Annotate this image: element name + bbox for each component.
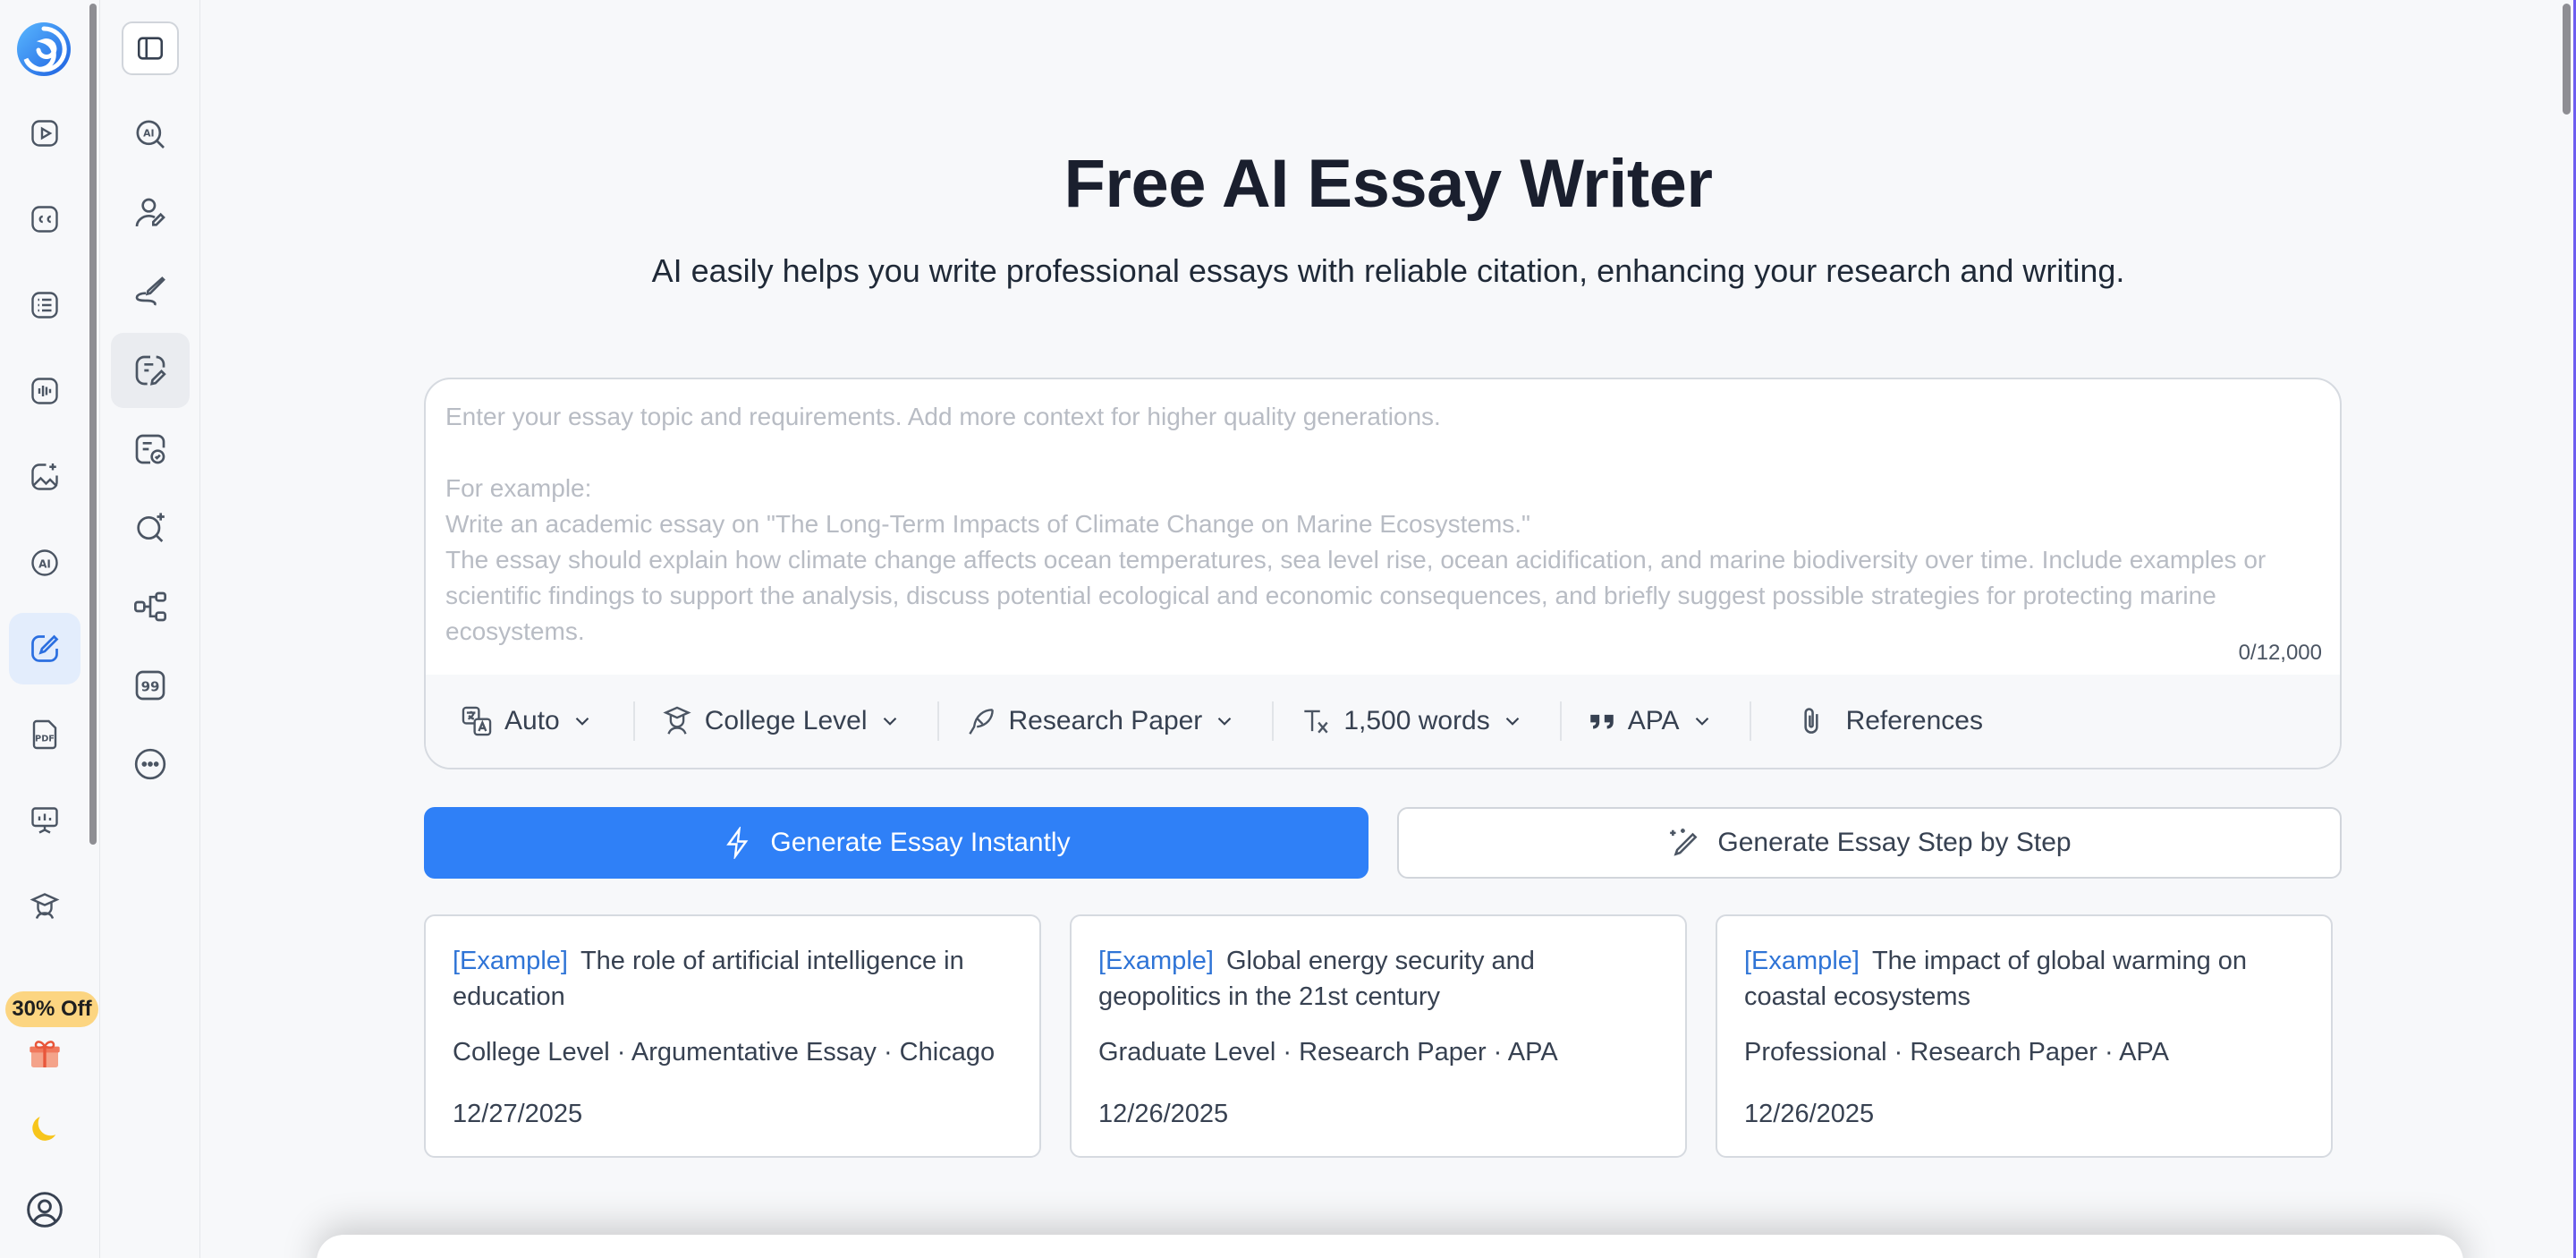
audio-icon[interactable]	[9, 355, 80, 427]
more-icon[interactable]	[111, 727, 190, 802]
lightning-icon	[726, 827, 749, 859]
moon-icon[interactable]	[9, 1093, 80, 1165]
chevron-down-icon	[575, 717, 589, 726]
chevron-down-icon	[1505, 717, 1520, 726]
citation-style-select[interactable]: APA	[1587, 696, 1714, 746]
app-logo[interactable]	[13, 18, 75, 81]
example-card[interactable]: [Example] Global energy security and geop…	[1070, 914, 1687, 1158]
mind-map-icon[interactable]	[111, 569, 190, 644]
sidebar-scrollbar[interactable]	[89, 4, 97, 845]
references-label: References	[1845, 706, 1983, 735]
app-rail: AI PDF 30% Off	[0, 0, 100, 1258]
example-meta: College Level · Argumentative Essay · Ch…	[453, 1038, 996, 1067]
paraphrase-icon[interactable]	[111, 254, 190, 329]
page-scroll-thumb[interactable]	[2563, 4, 2571, 115]
divider	[632, 701, 635, 741]
main-content: Free AI Essay Writer AI easily helps you…	[200, 0, 2576, 1258]
paperclip-icon	[1803, 708, 1818, 734]
options-bar: Auto College Level Research Paper 1,500 …	[426, 675, 2340, 768]
list-icon[interactable]	[9, 269, 80, 341]
citation-icon[interactable]: 99	[111, 648, 190, 723]
captions-icon[interactable]	[9, 183, 80, 255]
divider	[1559, 701, 1562, 741]
essay-type-select[interactable]: Research Paper	[964, 696, 1237, 746]
example-tag: [Example]	[453, 947, 568, 975]
svg-text:AI: AI	[143, 128, 154, 140]
language-select[interactable]: Auto	[460, 696, 594, 746]
bottom-panel	[317, 1235, 2463, 1258]
example-date: 12/27/2025	[453, 1100, 583, 1128]
divider	[1749, 701, 1751, 741]
quote-icon	[1590, 714, 1614, 729]
example-tag: [Example]	[1098, 947, 1214, 975]
divider	[936, 701, 939, 741]
references-button[interactable]: References	[1794, 696, 1983, 746]
example-date: 12/26/2025	[1098, 1100, 1229, 1128]
divider	[1272, 701, 1275, 741]
gift-icon[interactable]	[9, 1018, 80, 1090]
essay-editor: 0/12,000 Auto College Level Research Pap…	[424, 378, 2342, 769]
pdf-icon[interactable]: PDF	[9, 699, 80, 770]
feather-pen-icon	[968, 709, 994, 735]
language-value: Auto	[504, 706, 560, 735]
example-tag: [Example]	[1744, 947, 1860, 975]
image-ai-icon[interactable]	[9, 441, 80, 513]
svg-text:PDF: PDF	[35, 735, 55, 744]
example-meta: Professional · Research Paper · APA	[1744, 1038, 2169, 1067]
humanizer-icon[interactable]	[111, 175, 190, 251]
generate-instantly-button[interactable]: Generate Essay Instantly	[424, 807, 1368, 879]
generate-step-label: Generate Essay Step by Step	[1717, 828, 2072, 857]
generate-instantly-label: Generate Essay Instantly	[770, 828, 1071, 857]
svg-text:99: 99	[141, 679, 160, 695]
presentation-icon[interactable]	[9, 785, 80, 856]
essay-tool-icon[interactable]	[111, 333, 190, 408]
level-value: College Level	[704, 706, 868, 735]
essay-writer-icon[interactable]	[9, 613, 80, 684]
length-value: 1,500 words	[1343, 706, 1490, 735]
example-card[interactable]: [Example] The impact of global warming on…	[1716, 914, 2333, 1158]
magic-pen-icon	[1670, 829, 1698, 856]
example-date: 12/26/2025	[1744, 1100, 1875, 1128]
example-meta: Graduate Level · Research Paper · APA	[1098, 1038, 1558, 1067]
citation-style-value: APA	[1627, 706, 1680, 735]
ai-detector-icon[interactable]	[111, 490, 190, 565]
video-icon[interactable]	[9, 98, 80, 169]
essay-topic-input[interactable]	[445, 399, 2315, 667]
level-select[interactable]: College Level	[660, 696, 902, 746]
translate-icon	[462, 706, 492, 736]
length-select[interactable]: 1,500 words	[1299, 696, 1523, 746]
graduate-cap-icon	[663, 706, 691, 735]
ai-search-icon[interactable]: AI	[111, 97, 190, 172]
ai-chat-icon[interactable]: AI	[9, 527, 80, 599]
chevron-down-icon	[883, 717, 896, 726]
page-subtitle: AI easily helps you write professional e…	[651, 252, 2125, 289]
graduate-icon[interactable]	[9, 871, 80, 942]
example-card[interactable]: [Example] The role of artificial intellig…	[424, 914, 1041, 1158]
chevron-down-icon	[1218, 717, 1232, 726]
generate-step-button[interactable]: Generate Essay Step by Step	[1397, 807, 2342, 879]
character-counter: 0/12,000	[2238, 641, 2322, 665]
user-avatar-icon[interactable]	[9, 1174, 80, 1245]
page-title: Free AI Essay Writer	[1063, 146, 1713, 222]
sidebar-toggle-icon[interactable]	[122, 21, 179, 75]
essay-type-value: Research Paper	[1008, 706, 1203, 735]
svg-text:AI: AI	[38, 557, 51, 570]
tool-rail: AI 99	[100, 0, 200, 1258]
checker-icon[interactable]	[111, 412, 190, 487]
chevron-down-icon	[1695, 717, 1708, 726]
text-length-icon	[1304, 710, 1328, 734]
